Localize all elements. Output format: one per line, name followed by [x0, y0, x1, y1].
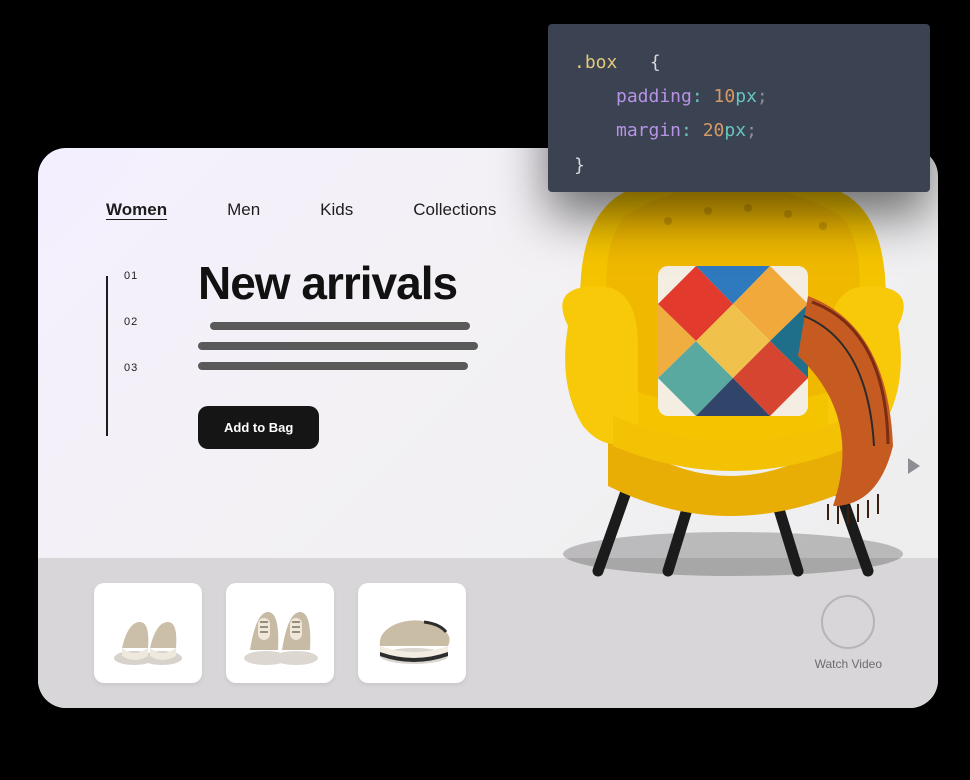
css-prop-margin: margin: [616, 120, 681, 141]
css-val-margin: 20: [703, 120, 725, 141]
code-line-close: }: [574, 149, 904, 183]
watch-video[interactable]: Watch Video: [815, 595, 882, 671]
slide-counter: 01 02 03: [124, 270, 138, 374]
add-to-bag-button[interactable]: Add to Bag: [198, 406, 319, 449]
css-val-padding: 10: [714, 86, 736, 107]
css-prop-padding: padding: [616, 86, 692, 107]
code-line-selector: .box {: [574, 46, 904, 80]
code-line-padding: padding: 10px;: [574, 80, 904, 114]
counter-02[interactable]: 02: [124, 316, 138, 328]
nav-item-collections[interactable]: Collections: [413, 200, 496, 220]
hero-text-placeholder: [198, 322, 478, 382]
hero-headline: New arrivals: [198, 256, 457, 310]
hero-product-image: [508, 148, 938, 586]
counter-rail: [106, 276, 108, 436]
nav-item-kids[interactable]: Kids: [320, 200, 353, 220]
css-selector: .box: [574, 52, 617, 73]
code-snippet-panel: .box { padding: 10px; margin: 20px; }: [548, 24, 930, 192]
brace-open: {: [650, 52, 661, 73]
code-line-margin: margin: 20px;: [574, 114, 904, 148]
counter-01[interactable]: 01: [124, 270, 138, 282]
brace-close: }: [574, 155, 585, 176]
thumbnail-3[interactable]: [358, 583, 466, 683]
website-preview-card: Women Men Kids Collections 01 02 03 New …: [38, 148, 938, 708]
nav-item-men[interactable]: Men: [227, 200, 260, 220]
thumbnail-1[interactable]: [94, 583, 202, 683]
thumbnail-2[interactable]: [226, 583, 334, 683]
watch-video-label: Watch Video: [815, 657, 882, 671]
nav-item-women[interactable]: Women: [106, 200, 167, 220]
counter-03[interactable]: 03: [124, 362, 138, 374]
play-circle-icon[interactable]: [821, 595, 875, 649]
